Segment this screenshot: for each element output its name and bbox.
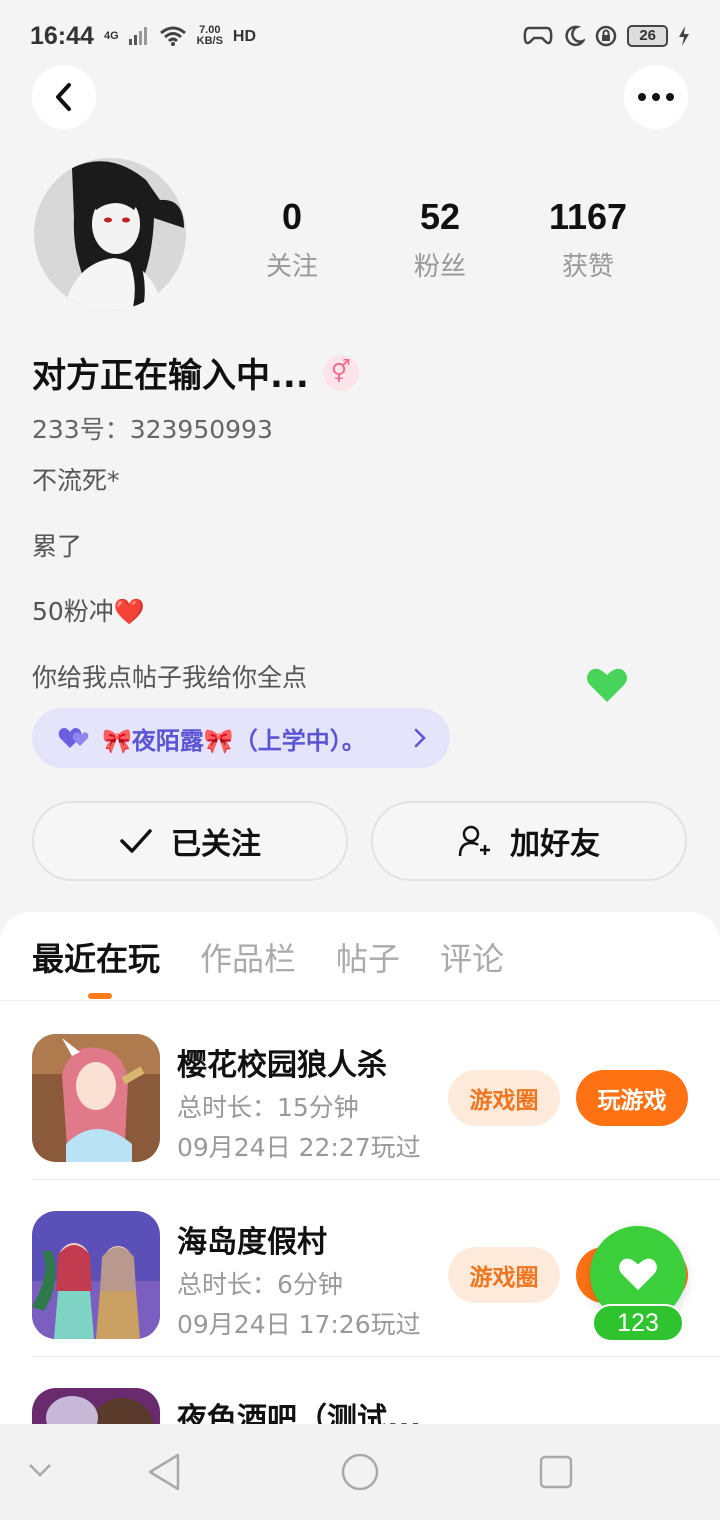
heart-icon [587, 668, 627, 702]
charging-icon [679, 26, 689, 46]
game-title: 樱花校园狼人杀 [177, 1048, 387, 1083]
gender-icon: ⚥ [322, 354, 359, 391]
white-heart-icon [619, 1258, 657, 1291]
net-speed: 7.00 KB/S [196, 24, 223, 47]
status-time: 16:44 [30, 21, 94, 50]
username-row: 对方正在输入中... ⚥ [32, 348, 359, 397]
add-user-icon [458, 825, 490, 857]
game-icon [32, 1388, 160, 1424]
wifi-icon [159, 26, 186, 46]
active-tab-indicator [88, 993, 112, 999]
like-count: 123 [592, 1304, 684, 1342]
stat-fans[interactable]: 52 粉丝 [370, 196, 510, 283]
signal-icon [128, 27, 147, 45]
game-last-played: 09月24日 17:26玩过 [177, 1310, 421, 1339]
stat-likes[interactable]: 1167 获赞 [518, 196, 658, 283]
bio-line: 不流死* [32, 466, 120, 495]
lock-rotation-icon [596, 25, 617, 47]
check-icon [120, 829, 152, 853]
fans-label: 粉丝 [413, 252, 466, 282]
user-id: 233号：323950993 [32, 415, 273, 444]
tab-works[interactable]: 作品栏 [200, 934, 296, 980]
likes-label: 获赞 [561, 252, 614, 282]
tab-recently-played[interactable]: 最近在玩 [32, 934, 160, 980]
game-icon [32, 1211, 160, 1339]
profile-stats: 0 关注 52 粉丝 1167 获赞 [0, 196, 720, 286]
chevron-right-icon [414, 728, 426, 748]
moon-icon [565, 25, 586, 47]
collapse-icon[interactable] [28, 1462, 52, 1478]
game-icon [32, 1034, 160, 1162]
double-heart-icon [58, 728, 89, 748]
more-options-button[interactable] [624, 65, 688, 129]
divider [32, 1179, 720, 1180]
recents-nav-icon[interactable] [538, 1454, 574, 1490]
game-circle-button[interactable]: 游戏圈 [448, 1070, 560, 1126]
back-button[interactable] [32, 65, 96, 129]
game-cover-image [32, 1034, 160, 1162]
club-label: 🎀夜陌露🎀（上学中）。 [102, 726, 366, 755]
play-game-button[interactable]: 玩游戏 [576, 1070, 688, 1126]
system-nav-bar [0, 1424, 720, 1520]
tab-comments[interactable]: 评论 [440, 934, 504, 980]
hd-badge: HD [232, 27, 257, 45]
game-duration: 总时长：6分钟 [177, 1270, 343, 1299]
add-friend-label: 加好友 [510, 827, 600, 862]
stat-following[interactable]: 0 关注 [222, 196, 362, 283]
game-cover-image [32, 1211, 160, 1339]
bio-line: 累了 [32, 532, 83, 561]
status-bar: 16:44 4G 7.00 KB/S HD 26 [0, 0, 720, 72]
tab-bar: 最近在玩 作品栏 帖子 评论 [32, 934, 504, 980]
bio-line: 50粉冲❤️ [32, 597, 145, 626]
game-cover-image [32, 1388, 160, 1424]
battery-level: 26 [627, 25, 668, 47]
network-type: 4G [103, 29, 119, 42]
content-card: 最近在玩 作品栏 帖子 评论 樱花校园狼人杀 总时长：15分钟 09月24日 2… [0, 912, 720, 1424]
fans-count: 52 [419, 196, 461, 237]
club-badge[interactable]: 🎀夜陌露🎀（上学中）。 [32, 708, 450, 768]
tab-posts[interactable]: 帖子 [336, 934, 400, 980]
game-list-item[interactable]: 樱花校园狼人杀 总时长：15分钟 09月24日 22:27玩过 游戏圈 玩游戏 [32, 1004, 720, 1180]
chevron-left-icon [56, 83, 71, 111]
game-title: 夜色酒吧（测试... [177, 1402, 422, 1424]
game-title: 海岛度假村 [177, 1225, 327, 1260]
following-count: 0 [281, 196, 303, 237]
game-duration: 总时长：15分钟 [177, 1093, 359, 1122]
gamepad-icon [523, 26, 553, 45]
back-nav-icon[interactable] [146, 1452, 182, 1492]
game-last-played: 09月24日 22:27玩过 [177, 1133, 421, 1162]
more-dots-icon [638, 93, 674, 101]
follow-label: 已关注 [171, 827, 261, 862]
following-label: 关注 [265, 252, 318, 282]
game-list-item[interactable]: 夜色酒吧（测试... [32, 1358, 720, 1424]
bio-line: 你给我点帖子我给你全点 [32, 663, 308, 692]
divider [32, 1356, 720, 1357]
add-friend-button[interactable]: 加好友 [371, 801, 687, 881]
username: 对方正在输入中... [32, 356, 309, 396]
follow-button[interactable]: 已关注 [32, 801, 348, 881]
home-nav-icon[interactable] [340, 1452, 380, 1492]
divider [0, 1000, 720, 1001]
likes-count: 1167 [548, 196, 628, 237]
game-circle-button[interactable]: 游戏圈 [448, 1247, 560, 1303]
